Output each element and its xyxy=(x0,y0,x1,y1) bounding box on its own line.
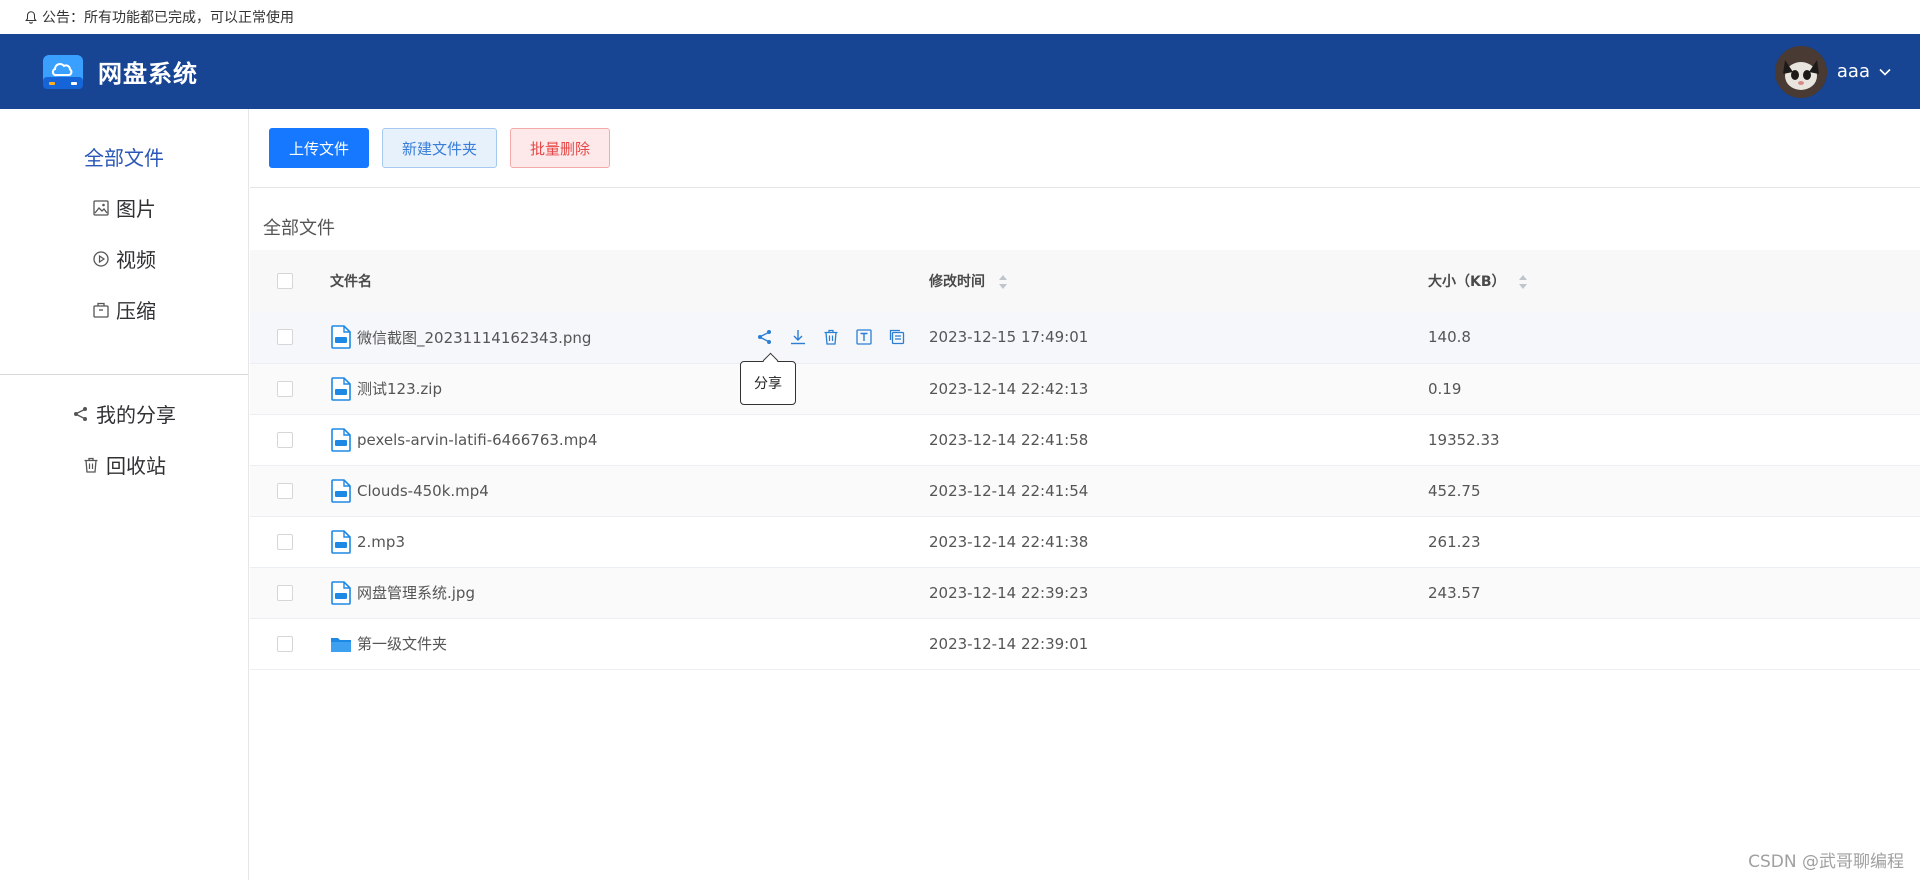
row-checkbox[interactable] xyxy=(277,380,293,397)
row-checkbox[interactable] xyxy=(277,584,293,601)
announcement-bar: 公告：所有功能都已完成，可以正常使用 xyxy=(0,0,1920,34)
picture-icon xyxy=(93,199,109,216)
file-icon xyxy=(331,529,351,554)
table-row[interactable]: 微信截图_20231114162343.png 2023-12-15 17:49… xyxy=(250,312,1920,363)
box-icon xyxy=(93,302,109,318)
app-name: 网盘系统 xyxy=(98,60,198,88)
row-checkbox[interactable] xyxy=(277,482,293,499)
bell-icon xyxy=(25,11,37,24)
chevron-down-icon xyxy=(1879,68,1891,76)
copy-icon[interactable] xyxy=(888,328,906,346)
sort-icon[interactable] xyxy=(1518,274,1528,290)
sidebar-item-archives[interactable]: 压缩 xyxy=(0,284,248,335)
batch-delete-button[interactable]: 批量删除 xyxy=(510,128,611,168)
file-icon xyxy=(331,376,351,401)
file-size: 19352.33 xyxy=(1428,430,1500,449)
file-name[interactable]: 网盘管理系统.jpg xyxy=(357,582,475,603)
avatar xyxy=(1774,45,1827,98)
main-content: 上传文件 新建文件夹 批量删除 全部文件 文件名 修改时间 大小（KB） 微信截… xyxy=(250,109,1920,880)
cloud-drive-logo-icon xyxy=(43,54,83,89)
sidebar-item-label: 全部文件 xyxy=(84,146,164,170)
modified-time: 2023-12-14 22:41:58 xyxy=(929,430,1089,449)
file-name[interactable]: 微信截图_20231114162343.png xyxy=(357,327,591,348)
share-icon xyxy=(74,406,87,421)
announcement-text: 公告：所有功能都已完成，可以正常使用 xyxy=(42,10,294,26)
file-icon xyxy=(331,478,351,503)
sidebar-item-label: 压缩 xyxy=(116,299,156,323)
username: aaa xyxy=(1836,61,1870,82)
modified-time: 2023-12-14 22:41:54 xyxy=(929,481,1089,500)
breadcrumb: 全部文件 xyxy=(263,218,335,239)
folder-name[interactable]: 第一级文件夹 xyxy=(357,633,447,654)
modified-time: 2023-12-15 17:49:01 xyxy=(929,328,1089,347)
file-size: 243.57 xyxy=(1428,583,1481,602)
toolbar: 上传文件 新建文件夹 批量删除 xyxy=(250,109,1920,188)
brand[interactable]: 网盘系统 xyxy=(41,53,198,91)
sidebar-item-label: 图片 xyxy=(116,197,156,221)
sidebar-item-pictures[interactable]: 图片 xyxy=(0,182,248,233)
sidebar-item-recycle-bin[interactable]: 回收站 xyxy=(0,439,248,490)
folder-icon xyxy=(331,637,351,652)
file-name[interactable]: 2.mp3 xyxy=(357,533,405,551)
table-row[interactable]: 第一级文件夹 2023-12-14 22:39:01 xyxy=(250,618,1920,669)
file-icon xyxy=(331,325,351,350)
share-icon[interactable] xyxy=(756,328,774,346)
file-size: 0.19 xyxy=(1428,379,1462,398)
file-size: 452.75 xyxy=(1428,481,1481,500)
row-checkbox[interactable] xyxy=(277,431,293,448)
download-icon[interactable] xyxy=(789,328,807,346)
sidebar: 全部文件 图片 视频 压缩 我的分享 回收站 xyxy=(0,109,249,880)
trash-icon xyxy=(84,457,98,473)
table-row[interactable]: 测试123.zip 2023-12-14 22:42:13 0.19 xyxy=(250,363,1920,414)
row-actions xyxy=(756,328,921,346)
column-header-name: 文件名 xyxy=(330,274,372,290)
file-icon xyxy=(331,427,351,452)
file-size: 261.23 xyxy=(1428,532,1481,551)
sidebar-item-all-files[interactable]: 全部文件 xyxy=(0,131,248,182)
modified-time: 2023-12-14 22:42:13 xyxy=(929,379,1089,398)
table-row[interactable]: 2.mp3 2023-12-14 22:41:38 261.23 xyxy=(250,516,1920,567)
upload-button[interactable]: 上传文件 xyxy=(269,128,370,168)
new-folder-button[interactable]: 新建文件夹 xyxy=(382,128,498,168)
column-header-size[interactable]: 大小（KB） xyxy=(1428,274,1506,290)
app-header: 网盘系统 aaa xyxy=(0,34,1920,109)
sidebar-divider xyxy=(0,374,248,375)
table-row[interactable]: 网盘管理系统.jpg 2023-12-14 22:39:23 243.57 xyxy=(250,567,1920,618)
sidebar-item-my-shares[interactable]: 我的分享 xyxy=(0,388,248,439)
table-row[interactable]: pexels-arvin-latifi-6466763.mp4 2023-12-… xyxy=(250,414,1920,465)
file-name[interactable]: 测试123.zip xyxy=(357,378,442,399)
select-all-checkbox[interactable] xyxy=(277,273,293,289)
file-table: 文件名 修改时间 大小（KB） 微信截图_20231114162343.png … xyxy=(250,250,1920,670)
row-checkbox[interactable] xyxy=(277,635,293,652)
row-checkbox[interactable] xyxy=(277,329,293,346)
modified-time: 2023-12-14 22:39:01 xyxy=(929,634,1089,653)
user-menu[interactable]: aaa xyxy=(1774,45,1892,98)
sort-icon[interactable] xyxy=(998,274,1008,290)
file-name[interactable]: pexels-arvin-latifi-6466763.mp4 xyxy=(357,431,597,449)
file-name[interactable]: Clouds-450k.mp4 xyxy=(357,482,489,500)
watermark: CSDN @武哥聊编程 xyxy=(1748,852,1904,872)
sidebar-item-videos[interactable]: 视频 xyxy=(0,233,248,284)
sidebar-item-label: 回收站 xyxy=(106,454,166,478)
delete-icon[interactable] xyxy=(822,328,840,346)
file-size xyxy=(1428,618,1920,669)
sidebar-item-label: 视频 xyxy=(116,248,156,272)
rename-icon[interactable] xyxy=(855,328,873,346)
modified-time: 2023-12-14 22:41:38 xyxy=(929,532,1089,551)
column-header-time[interactable]: 修改时间 xyxy=(929,274,985,290)
video-play-icon xyxy=(93,250,109,267)
table-header-row: 文件名 修改时间 大小（KB） xyxy=(250,250,1920,312)
file-icon xyxy=(331,580,351,605)
modified-time: 2023-12-14 22:39:23 xyxy=(929,583,1089,602)
share-tooltip: 分享 xyxy=(740,361,796,405)
table-row[interactable]: Clouds-450k.mp4 2023-12-14 22:41:54 452.… xyxy=(250,465,1920,516)
file-size: 140.8 xyxy=(1428,328,1471,347)
sidebar-item-label: 我的分享 xyxy=(96,403,176,427)
row-checkbox[interactable] xyxy=(277,533,293,550)
